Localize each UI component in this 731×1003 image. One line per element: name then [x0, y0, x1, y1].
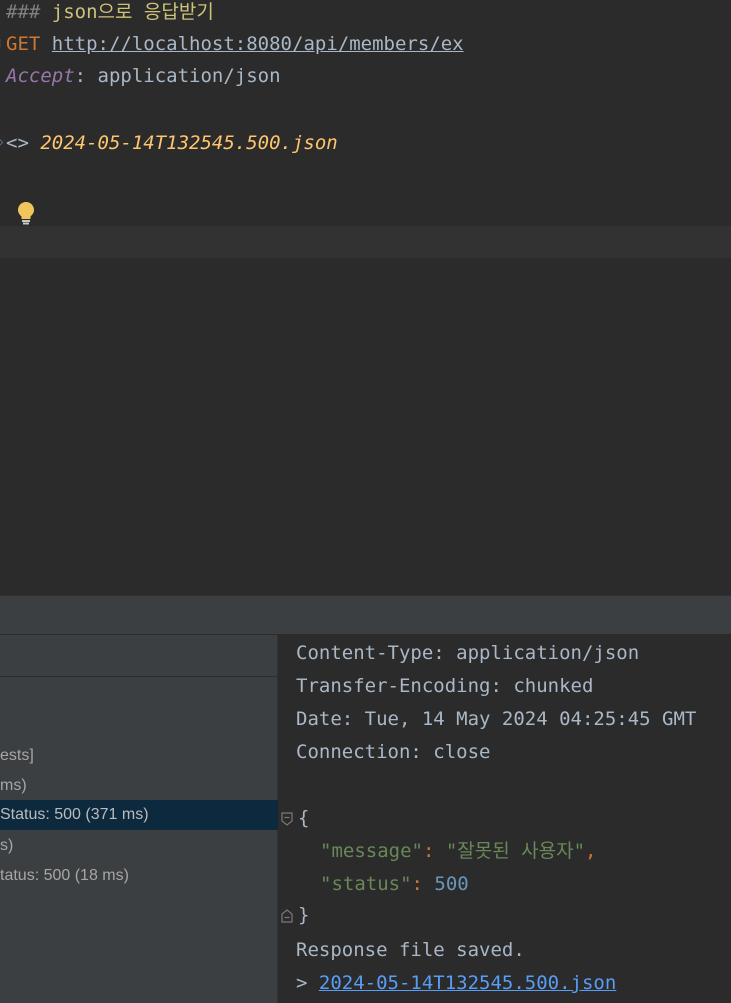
tree-row[interactable]: ms) — [0, 771, 278, 801]
http-request-editor[interactable]: ### json으로 응답받기 ◖ GET http://localhost:8… — [0, 0, 731, 595]
response-saved-text: Response file saved. — [296, 939, 525, 961]
saved-prefix: > — [296, 972, 319, 994]
response-header-line: Transfer-Encoding: chunked — [296, 675, 594, 697]
response-reference-line: <> 2024-05-14T132545.500.json — [6, 127, 338, 159]
header-separator: : — [74, 65, 98, 87]
request-comment-line: ### json으로 응답받기 — [6, 0, 214, 28]
json-message-line: "message": "잘못된 사용자", — [320, 840, 597, 862]
fold-icon[interactable]: ◇ — [0, 134, 3, 150]
tree-row-label: s) — [0, 837, 14, 854]
response-header-line: Content-Type: application/json — [296, 642, 640, 664]
response-header-line: Connection: close — [296, 741, 491, 763]
tree-row[interactable]: tatus: 500 (18 ms) — [0, 861, 278, 891]
http-method: GET — [6, 33, 41, 55]
tree-toolbar — [0, 635, 278, 677]
response-saved-line: > 2024-05-14T132545.500.json — [296, 967, 616, 1000]
tree-row-selected[interactable]: Status: 500 (371 ms) — [0, 800, 278, 830]
comment-hashes: ### — [6, 1, 41, 23]
json-string-value: "잘못된 사용자" — [445, 840, 586, 862]
tree-row[interactable]: ests] — [0, 741, 278, 771]
json-status-line: "status": 500 — [320, 873, 469, 895]
json-open-brace: { — [298, 807, 310, 829]
header-line: Accept: application/json — [6, 60, 281, 92]
tree-row-label: ests] — [0, 747, 34, 764]
tree-row-label: tatus: 500 (18 ms) — [0, 867, 129, 884]
fold-open-icon[interactable] — [281, 812, 293, 826]
response-marker: <> — [6, 132, 41, 154]
run-request-icon[interactable]: ◖ — [0, 35, 2, 51]
fold-close-icon[interactable] — [281, 909, 293, 923]
run-history-tree: ests] ms) Status: 500 (371 ms) s) tatus:… — [0, 635, 278, 1003]
tree-row-label: ms) — [0, 777, 27, 794]
response-file-reference[interactable]: 2024-05-14T132545.500.json — [40, 132, 337, 154]
tree-row[interactable]: s) — [0, 831, 278, 861]
services-toolwindow-header — [0, 595, 731, 635]
saved-file-link[interactable]: 2024-05-14T132545.500.json — [319, 972, 616, 994]
json-key: "message" — [320, 840, 423, 862]
json-number-value: 500 — [434, 873, 469, 895]
header-name: Accept — [6, 65, 75, 87]
lightbulb-icon[interactable] — [17, 201, 35, 225]
ide-window: ### json으로 응답받기 ◖ GET http://localhost:8… — [0, 0, 731, 1003]
request-line: GET http://localhost:8080/api/members/ex — [6, 28, 464, 60]
json-close-brace: } — [298, 904, 310, 926]
response-header-line: Date: Tue, 14 May 2024 04:25:45 GMT — [296, 708, 697, 730]
header-value: application/json — [97, 65, 281, 87]
comment-text: json으로 응답받기 — [40, 1, 214, 23]
current-line-highlight — [0, 226, 731, 258]
tree-row-label: Status: 500 (371 ms) — [0, 806, 149, 823]
request-url-link[interactable]: http://localhost:8080/api/members/ex — [52, 33, 464, 55]
json-key: "status" — [320, 873, 412, 895]
response-output[interactable]: Content-Type: application/json Transfer-… — [279, 635, 731, 1003]
